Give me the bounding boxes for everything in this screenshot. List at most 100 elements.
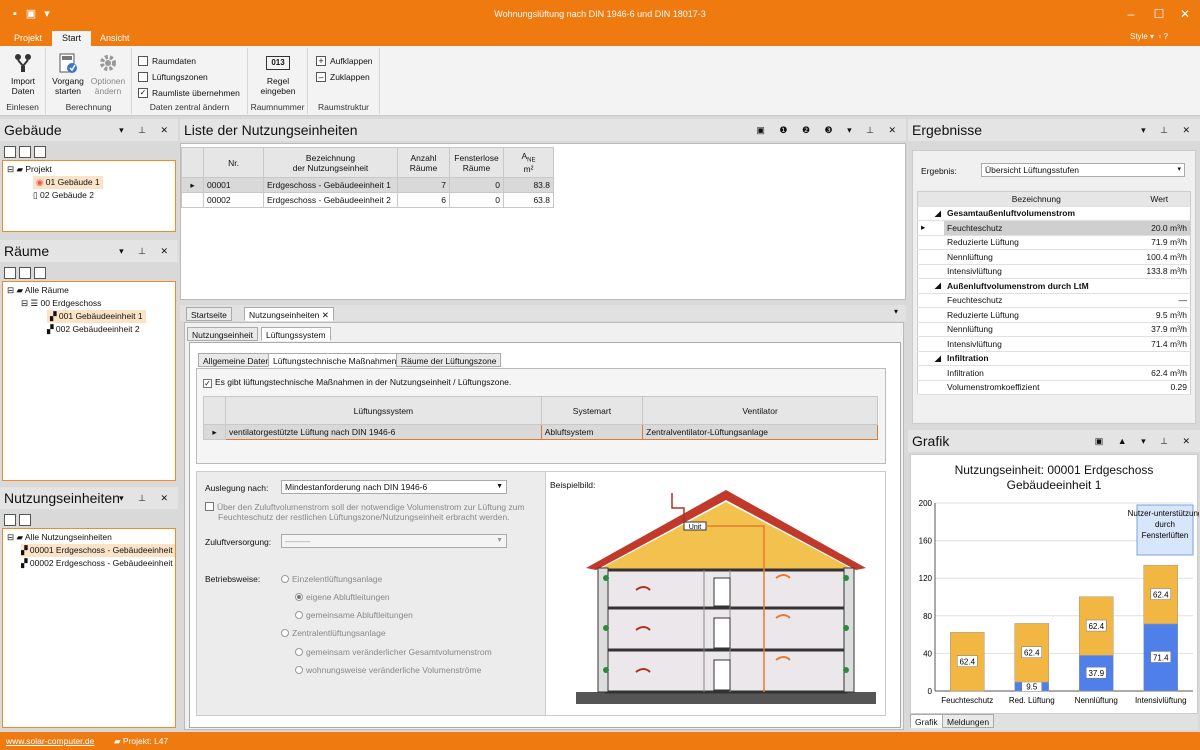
radio-zentralentlueftung[interactable]: Zentralentlüftungsanlage: [281, 628, 386, 638]
inner-tab-allgemein[interactable]: Allgemeine Daten: [198, 353, 276, 367]
table-row[interactable]: ▸ ventilatorgestützte Lüftung nach DIN 1…: [203, 424, 878, 440]
tree-node-raum-1[interactable]: ▞ 001 Gebäudeeinheit 1: [47, 310, 146, 323]
cell-bez[interactable]: Erdgeschoss - Gebäudeeinheit 2: [263, 192, 398, 208]
tree-node-ne-1[interactable]: ▞ 00001 Erdgeschoss - Gebäudeeinheit 1: [21, 544, 175, 557]
tree-node-raum-2[interactable]: ▞ 002 Gebäudeeinheit 2: [47, 323, 140, 336]
cell-bez[interactable]: Erdgeschoss - Gebäudeeinheit 1: [263, 177, 398, 193]
col-ventilator[interactable]: Ventilator: [642, 396, 878, 425]
raumliste-checkbox[interactable]: ✓ Raumliste übernehmen: [138, 86, 240, 100]
ueber-checkbox[interactable]: Über den Zuluftvolumenstrom soll der not…: [205, 502, 525, 522]
cell-ventilator[interactable]: Zentralventilator-Lüftungsanlage: [642, 424, 878, 440]
cell-ane[interactable]: 63.8: [503, 192, 554, 208]
col-nr[interactable]: Nr.: [203, 147, 264, 178]
tab-ansicht[interactable]: Ansicht: [90, 31, 140, 46]
import-daten-button[interactable]: Import Daten: [4, 52, 42, 96]
table-row[interactable]: Intensivlüftung 133.8 m³/h: [917, 264, 1191, 279]
group-row[interactable]: ◢ Gesamtaußenluftvolumenstrom: [917, 206, 1191, 221]
aufklappen-button[interactable]: + Aufklappen: [316, 54, 373, 68]
vorgang-starten-button[interactable]: Vorgang starten: [50, 52, 86, 96]
auslegung-select[interactable]: Mindestanforderung nach DIN 1946-6 ▼: [281, 480, 507, 494]
grafik-tab-grafik[interactable]: Grafik: [910, 714, 943, 728]
delete-icon[interactable]: [34, 146, 46, 158]
panel-pin-icons[interactable]: ▾ ⊥ ✕: [1141, 119, 1196, 141]
cell-anz[interactable]: 6: [397, 192, 450, 208]
zuklappen-button[interactable]: – Zuklappen: [316, 70, 370, 84]
radio-gemeinsame-abluft[interactable]: gemeinsame Abluftleitungen: [295, 610, 413, 620]
table-row[interactable]: Nennlüftung 37.9 m³/h: [917, 322, 1191, 337]
sub-tab-lueftungssystem[interactable]: Lüftungssystem: [261, 327, 331, 341]
cell-fen[interactable]: 0: [449, 177, 504, 193]
col-fensterlose[interactable]: Fensterlose Räume: [449, 147, 504, 178]
collapse-arrow-icon[interactable]: ◢: [931, 206, 945, 221]
panel-pin-icons[interactable]: ▾ ⊥ ✕: [119, 487, 174, 509]
ergebnis-select[interactable]: Übersicht Lüftungsstufen ▾: [981, 163, 1185, 177]
radio-gesamtvolumenstrom[interactable]: gemeinsam veränderlicher Gesamtvolumenst…: [295, 647, 492, 657]
table-row[interactable]: 00002 Erdgeschoss - Gebäudeeinheit 2 6 0…: [181, 192, 554, 208]
cell-ane[interactable]: 83.8: [503, 177, 554, 193]
regel-eingeben-button[interactable]: 013 Regel eingeben: [256, 56, 300, 96]
delete-icon[interactable]: [34, 267, 46, 279]
table-row[interactable]: ▸ 00001 Erdgeschoss - Gebäudeeinheit 1 7…: [181, 177, 554, 193]
tree-node-projekt[interactable]: ⊟ ▰ Projekt: [7, 163, 52, 176]
tree-node-alle-nutzungseinheiten[interactable]: ⊟ ▰ Alle Nutzungseinheiten: [7, 531, 112, 544]
sub-tab-nutzungseinheit[interactable]: Nutzungseinheit: [187, 327, 258, 341]
cell-fen[interactable]: 0: [449, 192, 504, 208]
table-row[interactable]: Infiltration 62.4 m³/h: [917, 365, 1191, 381]
cell-anz[interactable]: 7: [397, 177, 450, 193]
massnahmen-checkbox[interactable]: ✓ Es gibt lüftungstechnische Maßnahmen in…: [203, 377, 511, 388]
tab-dropdown-icon[interactable]: ▾: [894, 307, 898, 316]
new-icon[interactable]: [4, 267, 16, 279]
cell-lueftungssystem[interactable]: ventilatorgestützte Lüftung nach DIN 194…: [225, 424, 542, 440]
col-systemart[interactable]: Systemart: [540, 396, 644, 425]
close-button[interactable]: ✕: [1176, 6, 1194, 22]
table-row[interactable]: Reduzierte Lüftung 9.5 m³/h: [917, 307, 1191, 323]
cell-systemart[interactable]: Abluftsystem: [540, 424, 644, 440]
group-row[interactable]: ◢ Außenluftvolumenstrom durch LtM: [917, 278, 1191, 294]
collapse-arrow-icon[interactable]: ◢: [931, 351, 945, 366]
table-row[interactable]: Feuchteschutz —: [917, 293, 1191, 308]
tree-node-ne-2[interactable]: ▞ 00002 Erdgeschoss - Gebäudeeinheit 2: [21, 557, 175, 570]
col-bezeichnung[interactable]: Bezeichnung: [944, 191, 1129, 207]
maximize-button[interactable]: ☐: [1150, 6, 1168, 22]
collapse-arrow-icon[interactable]: ◢: [931, 278, 945, 294]
doc-tab-startseite[interactable]: Startseite: [186, 307, 232, 321]
table-row[interactable]: Volumenstromkoeffizient 0.29: [917, 380, 1191, 395]
col-lueftungssystem[interactable]: Lüftungssystem: [225, 396, 542, 425]
tree-node-gebaeude-2[interactable]: ▯ 02 Gebäude 2: [33, 189, 94, 202]
panel-pin-icons[interactable]: ▾ ⊥ ✕: [119, 119, 174, 141]
col-wert[interactable]: Wert: [1128, 191, 1191, 207]
table-row[interactable]: Intensivlüftung 71.4 m³/h: [917, 336, 1191, 352]
doc-tab-nutzungseinheiten[interactable]: Nutzungseinheiten ✕: [244, 307, 334, 321]
lueftungszonen-button[interactable]: Lüftungszonen: [138, 70, 208, 84]
inner-tab-raeume[interactable]: Räume der Lüftungszone: [396, 353, 502, 367]
tab-start[interactable]: Start: [52, 31, 92, 46]
liste-header-icons[interactable]: ▣ ❶ ❷ ❸ ▾ ⊥ ✕: [756, 119, 902, 141]
table-row[interactable]: Nennlüftung 100.4 m³/h: [917, 249, 1191, 265]
cell-nr[interactable]: 00001: [203, 177, 264, 193]
col-anzahl[interactable]: Anzahl Räume: [397, 147, 450, 178]
grafik-tab-meldungen[interactable]: Meldungen: [942, 714, 995, 728]
minimize-button[interactable]: –: [1122, 6, 1140, 22]
optionen-aendern-button[interactable]: Optionen ändern: [88, 52, 128, 96]
col-bezeichnung[interactable]: Bezeichnung der Nutzungseinheit: [263, 147, 398, 178]
radio-einzelentlueftung[interactable]: Einzelentlüftungsanlage: [281, 574, 382, 584]
inner-tab-massnahmen[interactable]: Lüftungstechnische Maßnahmen: [268, 353, 402, 367]
group-row[interactable]: ◢ Infiltration: [917, 351, 1191, 366]
copy-icon[interactable]: [19, 267, 31, 279]
radio-wohnungsweise[interactable]: wohnungsweise veränderliche Volumenström…: [295, 665, 481, 675]
tree-node-erdgeschoss[interactable]: ⊟ ☰ 00 Erdgeschoss: [21, 297, 101, 310]
new-icon[interactable]: [4, 146, 16, 158]
radio-eigene-abluft[interactable]: eigene Abluftleitungen: [295, 592, 390, 602]
tree-node-gebaeude-1[interactable]: ◉ 01 Gebäude 1: [33, 176, 103, 189]
tree-node-alle-raeume[interactable]: ⊟ ▰ Alle Räume: [7, 284, 69, 297]
tab-projekt[interactable]: Projekt: [4, 31, 52, 46]
new-icon[interactable]: [4, 514, 16, 526]
col-ane[interactable]: ANE m²: [503, 147, 554, 178]
zuluft-select[interactable]: ——— ▼: [281, 534, 507, 548]
website-link[interactable]: www.solar-computer.de: [6, 732, 94, 750]
table-row[interactable]: ▸ Feuchteschutz 20.0 m³/h: [917, 220, 1191, 236]
raumdaten-button[interactable]: Raumdaten: [138, 54, 196, 68]
delete-icon[interactable]: [19, 514, 31, 526]
style-menu[interactable]: Style ▾ ▫ ?: [1130, 32, 1168, 41]
grafik-header-icons[interactable]: ▣ ▲ ▾ ⊥ ✕: [1095, 430, 1196, 452]
